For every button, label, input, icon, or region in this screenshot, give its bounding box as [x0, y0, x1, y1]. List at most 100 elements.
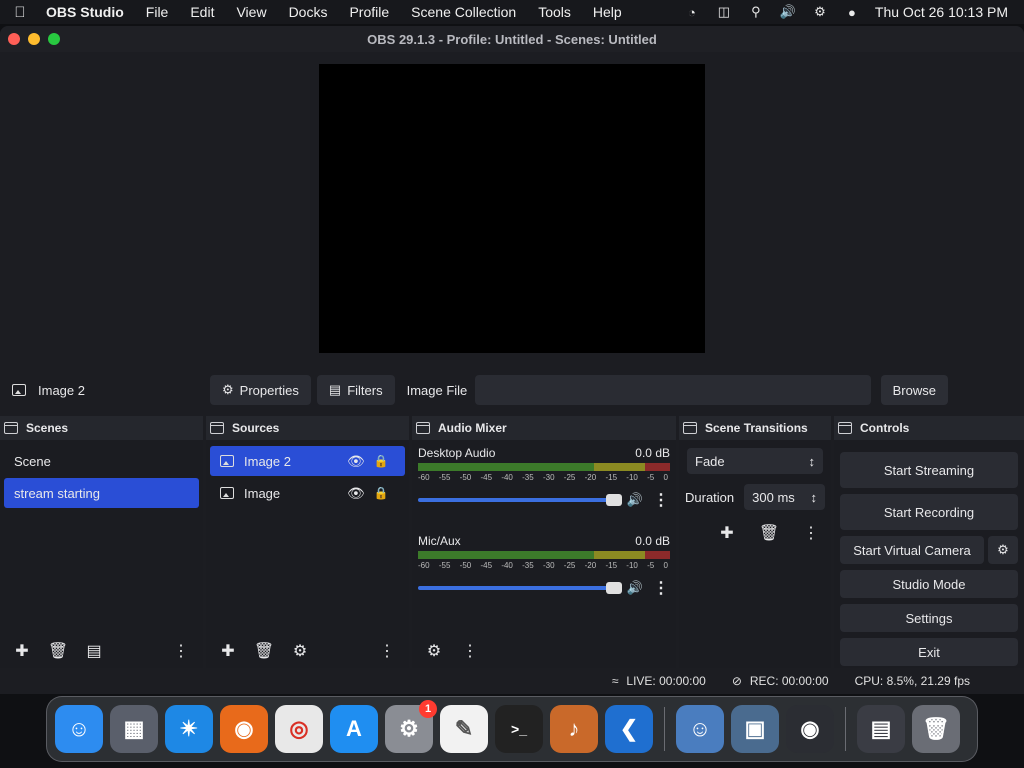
scene-item-stream-starting[interactable]: stream starting	[4, 478, 199, 508]
transition-more-icon[interactable]: ⋮	[797, 520, 825, 546]
advanced-audio-gear-icon[interactable]: ⚙	[420, 638, 448, 664]
filters-label: Filters	[347, 382, 383, 398]
app-store-icon[interactable]: A	[330, 705, 378, 753]
properties-button[interactable]: ⚙ Properties	[210, 375, 311, 405]
launchpad-icon[interactable]: ▦	[110, 705, 158, 753]
zoom-window-button[interactable]	[48, 33, 60, 45]
duration-value: 300 ms	[752, 489, 795, 505]
downloads-stack-icon[interactable]: ▤	[857, 705, 905, 753]
sources-list: Image 2 👁 🔒 Image 👁 🔒 ✚ 🗑 ⚙ ⋮	[206, 440, 409, 668]
apple-menu-icon[interactable]: 	[0, 4, 40, 21]
menu-scene-collection[interactable]: Scene Collection	[400, 4, 527, 20]
dock-float-icon[interactable]	[838, 422, 852, 434]
textedit-icon[interactable]: ✎	[440, 705, 488, 753]
start-recording-button[interactable]: Start Recording	[840, 494, 1018, 530]
chrome-icon[interactable]: ◎	[275, 705, 323, 753]
menu-file[interactable]: File	[135, 4, 180, 20]
volume-slider[interactable]	[418, 494, 622, 506]
scenes-more-icon[interactable]: ⋮	[167, 638, 195, 664]
source-item-image[interactable]: Image 👁 🔒	[210, 478, 405, 508]
add-transition-button[interactable]: ✚	[713, 520, 741, 546]
dock-float-icon[interactable]	[210, 422, 224, 434]
spin-arrows-icon[interactable]: ↕	[811, 490, 818, 505]
obs-status-icon[interactable]: ◔	[683, 5, 701, 20]
volume-icon[interactable]: 🔊	[779, 4, 797, 19]
channel-more-icon[interactable]: ⋮	[652, 578, 670, 598]
mute-speaker-icon[interactable]: 🔊	[626, 580, 644, 596]
virtual-camera-gear-icon[interactable]: ⚙	[988, 536, 1018, 564]
filters-button[interactable]: ▤ Filters	[316, 375, 395, 405]
source-properties-gear-icon[interactable]: ⚙	[286, 638, 314, 664]
dock-float-icon[interactable]	[683, 422, 697, 434]
screen-mirroring-icon[interactable]: ◫	[715, 4, 733, 19]
firefox-icon[interactable]: ◉	[220, 705, 268, 753]
obs-icon[interactable]: ◉	[786, 705, 834, 753]
scenes-list: Scene stream starting ✚ 🗑 ▤ ⋮	[0, 440, 203, 668]
visibility-eye-icon[interactable]: 👁	[347, 485, 365, 502]
remove-source-button[interactable]: 🗑	[250, 638, 278, 664]
vscode-icon[interactable]: ❮	[605, 705, 653, 753]
settings-button[interactable]: Settings	[840, 604, 1018, 632]
selected-source-indicator: Image 2	[0, 383, 210, 398]
controls-header: Controls	[834, 416, 1024, 440]
rec-status: ⊘ REC: 00:00:00	[732, 674, 829, 688]
audio-mixer-more-icon[interactable]: ⋮	[456, 638, 484, 664]
duration-spinbox[interactable]: 300 ms ↕	[744, 484, 825, 510]
lock-icon[interactable]: 🔒	[373, 486, 389, 500]
source-item-image-2[interactable]: Image 2 👁 🔒	[210, 446, 405, 476]
properties-label: Properties	[239, 382, 299, 398]
lock-icon[interactable]: 🔒	[373, 454, 389, 468]
control-center-icon[interactable]: ⚙	[811, 4, 829, 19]
selected-source-name: Image 2	[38, 382, 85, 398]
menu-docks[interactable]: Docks	[278, 4, 339, 20]
image-file-path-input[interactable]	[474, 375, 871, 405]
safari-icon[interactable]: ✴	[165, 705, 213, 753]
visibility-eye-icon[interactable]: 👁	[347, 453, 365, 470]
start-streaming-button[interactable]: Start Streaming	[840, 452, 1018, 488]
app-menu[interactable]: OBS Studio	[40, 4, 135, 20]
scene-item-scene[interactable]: Scene	[4, 446, 199, 476]
mute-speaker-icon[interactable]: 🔊	[626, 492, 644, 508]
slider-thumb[interactable]	[606, 582, 622, 594]
minimize-window-button[interactable]	[28, 33, 40, 45]
sources-dock: Sources Image 2 👁 🔒 Image 👁 🔒 ✚ 🗑 ⚙ ⋮	[206, 416, 409, 668]
dock-float-icon[interactable]	[4, 422, 18, 434]
remove-transition-button[interactable]: 🗑	[755, 520, 783, 546]
siri-icon[interactable]: ●	[843, 5, 861, 20]
menu-tools[interactable]: Tools	[527, 4, 582, 20]
terminal-icon[interactable]: >_	[495, 705, 543, 753]
remove-scene-button[interactable]: 🗑	[44, 638, 72, 664]
exit-button[interactable]: Exit	[840, 638, 1018, 666]
dock-float-icon[interactable]	[416, 422, 430, 434]
spotlight-search-icon[interactable]: ⚲	[747, 4, 765, 19]
finder-alt-icon[interactable]: ☺	[676, 705, 724, 753]
trash-icon[interactable]: 🗑	[912, 705, 960, 753]
menu-profile[interactable]: Profile	[338, 4, 400, 20]
channel-more-icon[interactable]: ⋮	[652, 490, 670, 510]
start-virtual-camera-button[interactable]: Start Virtual Camera	[840, 536, 984, 564]
add-scene-button[interactable]: ✚	[8, 638, 36, 664]
finder-icon[interactable]: ☺	[55, 705, 103, 753]
transition-select[interactable]: Fade ↕	[687, 448, 823, 474]
controls-body: Start Streaming Start Recording Start Vi…	[834, 440, 1024, 668]
volume-slider[interactable]	[418, 582, 622, 594]
slider-thumb[interactable]	[606, 494, 622, 506]
scene-filters-icon[interactable]: ▤	[80, 638, 108, 664]
volume-meter	[418, 551, 671, 559]
menubar-clock[interactable]: Thu Oct 26 10:13 PM	[875, 4, 1008, 20]
garageband-icon[interactable]: ♪	[550, 705, 598, 753]
notification-badge: 1	[419, 700, 437, 718]
menu-help[interactable]: Help	[582, 4, 633, 20]
studio-mode-button[interactable]: Studio Mode	[840, 570, 1018, 598]
image-source-icon	[220, 487, 234, 499]
preview-canvas[interactable]	[319, 64, 705, 353]
add-source-button[interactable]: ✚	[214, 638, 242, 664]
close-window-button[interactable]	[8, 33, 20, 45]
menu-view[interactable]: View	[225, 4, 277, 20]
menu-edit[interactable]: Edit	[179, 4, 225, 20]
browse-button[interactable]: Browse	[880, 375, 948, 405]
sources-more-icon[interactable]: ⋮	[373, 638, 401, 664]
preview-icon[interactable]: ▣	[731, 705, 779, 753]
controls-title: Controls	[860, 421, 910, 435]
system-settings-icon[interactable]: ⚙ 1	[385, 700, 437, 753]
